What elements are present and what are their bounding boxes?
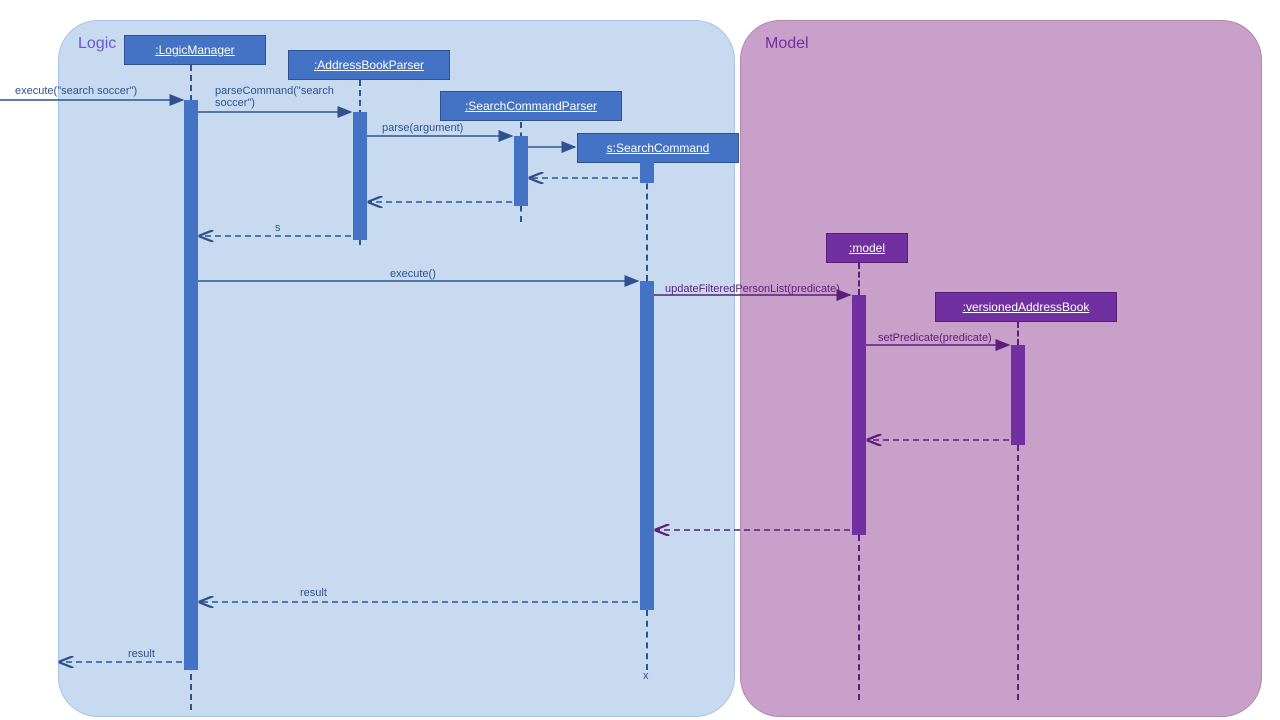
model-lifeline-bottom bbox=[858, 535, 860, 700]
msg-parse-argument: parse(argument) bbox=[382, 122, 463, 134]
search-command-parser-activation bbox=[514, 136, 528, 206]
msg-result-1: result bbox=[300, 587, 327, 599]
vab-activation bbox=[1011, 345, 1025, 445]
search-command-head: s:SearchCommand bbox=[577, 133, 739, 163]
logic-manager-head: :LogicManager bbox=[124, 35, 266, 65]
address-book-parser-head: :AddressBookParser bbox=[288, 50, 450, 80]
model-lifeline-top bbox=[858, 263, 860, 295]
msg-result-2: result bbox=[128, 648, 155, 660]
msg-destroy: x bbox=[643, 670, 649, 682]
address-book-parser-activation bbox=[353, 112, 367, 240]
msg-execute-search: execute("search soccer") bbox=[15, 85, 137, 97]
search-command-activation-1 bbox=[640, 155, 654, 183]
vab-lifeline-top bbox=[1017, 322, 1019, 345]
model-head: :model bbox=[826, 233, 908, 263]
msg-update-filtered: updateFilteredPersonList(predicate) bbox=[665, 283, 840, 295]
msg-s-return: s bbox=[275, 222, 281, 234]
logic-frame-label: Logic bbox=[78, 35, 116, 53]
search-command-activation-2 bbox=[640, 281, 654, 610]
model-frame bbox=[740, 20, 1262, 717]
vab-lifeline-bottom bbox=[1017, 445, 1019, 700]
search-command-lifeline-bottom bbox=[646, 610, 648, 670]
model-activation bbox=[852, 295, 866, 535]
msg-set-predicate: setPredicate(predicate) bbox=[878, 332, 992, 344]
logic-manager-activation bbox=[184, 100, 198, 670]
msg-execute: execute() bbox=[390, 268, 436, 280]
search-command-parser-head: :SearchCommandParser bbox=[440, 91, 622, 121]
msg-parse-command: parseCommand("search soccer") bbox=[215, 85, 345, 109]
versioned-address-book-head: :versionedAddressBook bbox=[935, 292, 1117, 322]
model-frame-label: Model bbox=[765, 35, 809, 53]
